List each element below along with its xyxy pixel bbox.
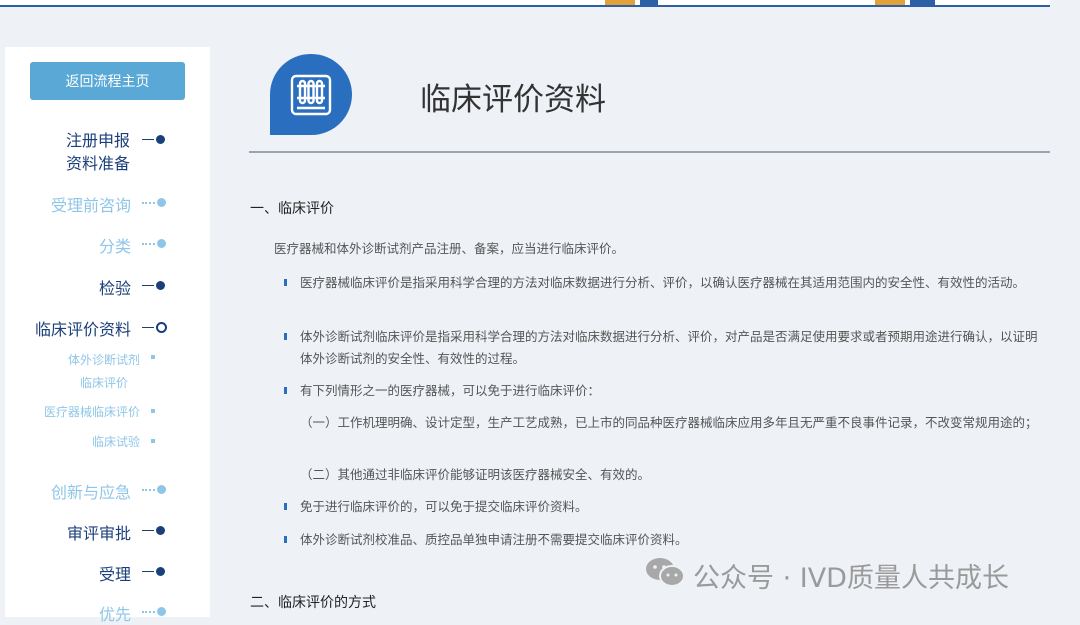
nav-label-line: 资料准备 (65, 154, 130, 173)
section-heading: 二、临床评价的方式 (250, 595, 376, 611)
timeline-dot-active (156, 322, 167, 333)
nav-clinical-evaluation[interactable]: 临床评价资料 (35, 316, 131, 340)
bullet-item: 体外诊断试剂校准品、质控品单独申请注册不需要提交临床评价资料。 (300, 532, 688, 547)
bullet-marker (284, 387, 287, 394)
nav-acceptance[interactable]: 受理 (99, 561, 131, 585)
watermark: 公众号 · IVD质量人共成长 (645, 556, 1009, 595)
bullet-marker (284, 536, 287, 543)
nav-connector (142, 239, 166, 248)
nav-innovation-emergency[interactable]: 创新与应急 (51, 479, 131, 503)
wechat-icon (645, 556, 685, 595)
exemption-item: （二）其他通过非临床评价能够证明该医疗器械安全、有效的。 (300, 467, 651, 482)
timeline-dot (157, 198, 166, 207)
nav-label-line: 注册申报 (65, 131, 130, 150)
nav-classification[interactable]: 分类 (99, 233, 131, 257)
nav-inspection[interactable]: 检验 (99, 275, 131, 299)
nav-connector (142, 281, 165, 290)
timeline-dot (157, 607, 166, 616)
watermark-text: 公众号 · IVD质量人共成长 (693, 563, 1009, 594)
divider (249, 151, 1050, 153)
timeline-dot (156, 281, 165, 290)
test-tubes-icon (270, 54, 352, 135)
nav-connector (142, 567, 165, 576)
bullet-marker (284, 333, 287, 340)
exemption-item: （一）工作机理明确、设计定型，生产工艺成熟，已上市的同品种医疗器械临床应用多年且… (300, 415, 1038, 430)
bullet-marker (284, 279, 287, 286)
nav-connector (142, 135, 165, 144)
bullet-item: 有下列情形之一的医疗器械，可以免于进行临床评价： (300, 383, 601, 398)
nav-priority[interactable]: 优先 (99, 601, 131, 625)
subnav-ivd-clinical-evaluation[interactable]: 体外诊断试剂 临床评价 (68, 349, 140, 395)
bullet-item: 免于进行临床评价的，可以免于提交临床评价资料。 (300, 499, 588, 514)
timeline-dot (157, 239, 166, 248)
back-to-flow-home-button[interactable]: 返回流程主页 (30, 62, 185, 100)
timeline-dot (156, 567, 165, 576)
nav-review-approval[interactable]: 审评审批 (67, 520, 131, 544)
page-title: 临床评价资料 (420, 82, 606, 118)
subnav-label-line: 体外诊断试剂 (67, 353, 140, 367)
nav-connector (142, 607, 166, 616)
subnav-clinical-trial[interactable]: 临床试验 (92, 433, 140, 450)
timeline-dot (157, 485, 166, 494)
intro-paragraph: 医疗器械和体外诊断试剂产品注册、备案，应当进行临床评价。 (274, 241, 625, 256)
banner-decoration (875, 0, 905, 5)
section-heading: 一、临床评价 (250, 201, 334, 217)
banner-decoration (910, 0, 935, 5)
subnav-device-clinical-evaluation[interactable]: 医疗器械临床评价 (44, 403, 140, 420)
timeline-dot (156, 135, 165, 144)
timeline-dot (156, 526, 165, 535)
nav-connector (142, 322, 167, 333)
subnav-label-line: 临床评价 (79, 376, 128, 390)
banner-decoration (640, 0, 658, 5)
bullet-marker (284, 503, 287, 510)
bullet-item: 医疗器械临床评价是指采用科学合理的方法对临床数据进行分析、评价，以确认医疗器械在… (300, 275, 1026, 290)
nav-connector (142, 198, 166, 207)
nav-pre-acceptance-consult[interactable]: 受理前咨询 (51, 192, 131, 216)
bullet-item: 体外诊断试剂临床评价是指采用科学合理的方法对临床数据进行分析、评价，对产品是否满… (300, 329, 1038, 366)
subnav-marker (151, 409, 155, 413)
nav-connector (142, 485, 166, 494)
subnav-marker (151, 355, 155, 359)
subnav-marker (151, 439, 155, 443)
banner-decoration (605, 0, 635, 5)
nav-registration-prep[interactable]: 注册申报 资料准备 (66, 129, 130, 175)
nav-connector (142, 526, 165, 535)
